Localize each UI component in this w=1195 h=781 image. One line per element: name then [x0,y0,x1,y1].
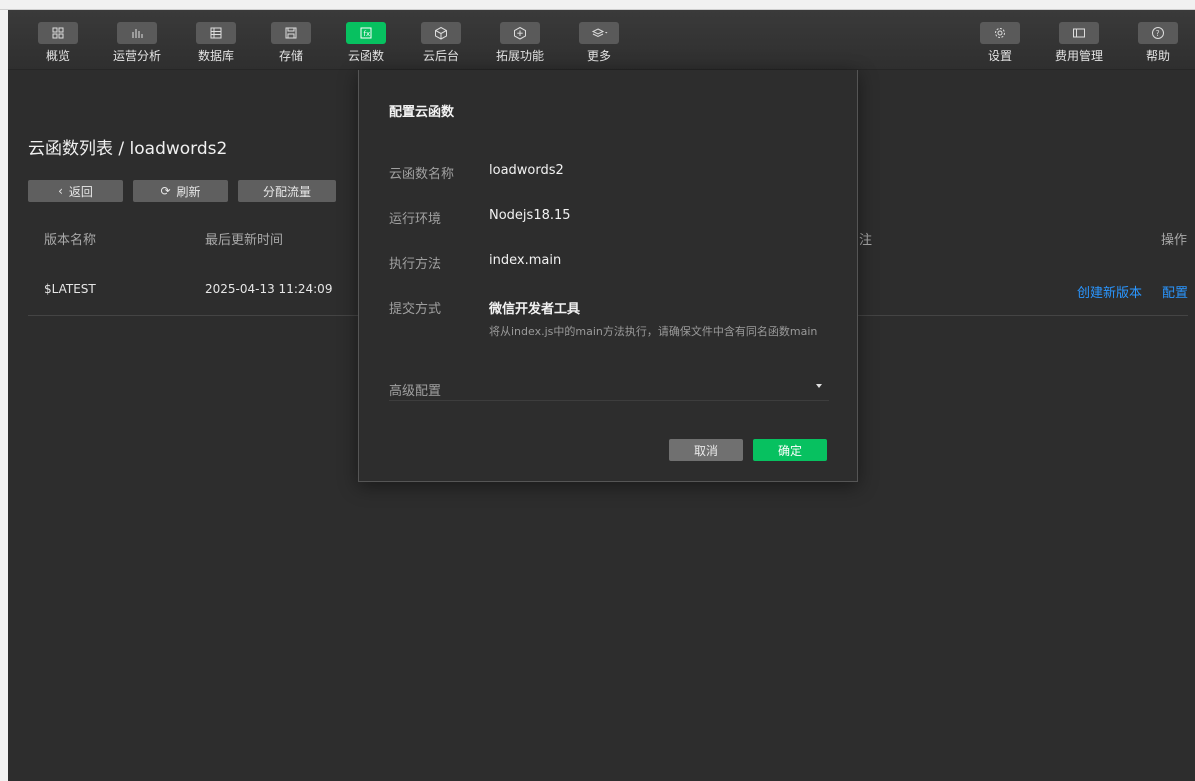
handler-hint: 将从index.js中的main方法执行，请确保文件中含有同名函数main [489,325,818,338]
toolbar-item-analytics[interactable]: 运营分析 [102,22,172,64]
cancel-button[interactable]: 取消 [669,439,743,461]
window-left-edge [0,10,8,781]
function-name-label: 云函数名称 [389,167,455,182]
column-header-updated: 最后更新时间 [205,233,284,248]
toolbar-label: 云后台 [422,49,459,63]
toolbar-item-help[interactable]: ? 帮助 [1123,22,1193,64]
cube-icon [421,22,461,44]
refresh-button-label: 刷新 [176,184,201,199]
help-icon: ? [1138,22,1178,44]
toolbar-item-billing[interactable]: 费用管理 [1044,22,1114,64]
toolbar-label: 设置 [987,49,1012,63]
top-toolbar: 概览 运营分析 数据库 存储 fx 云函数 云后台 拓展功能 更多 设置 费用管… [8,10,1195,70]
chevron-left-icon: ‹ [58,184,63,198]
svg-text:fx: fx [364,30,371,38]
toolbar-label: 运营分析 [112,49,161,63]
function-name-value: loadwords2 [489,163,564,178]
gear-icon [980,22,1020,44]
handler-label: 执行方法 [389,257,442,272]
toolbar-item-extensions[interactable]: 拓展功能 [485,22,555,64]
toolbar-item-cloud-function[interactable]: fx 云函数 [331,22,401,64]
toolbar-label: 概览 [45,49,70,63]
runtime-value: Nodejs18.15 [489,208,571,223]
refresh-button[interactable]: ⟳ 刷新 [133,180,228,202]
submit-method-value: 微信开发者工具 [489,302,581,317]
create-version-link[interactable]: 创建新版本 [1077,282,1142,301]
column-header-version: 版本名称 [44,233,97,248]
runtime-label: 运行环境 [389,212,442,227]
column-header-remark: 注 [859,233,873,248]
toolbar-label: 帮助 [1145,49,1170,63]
back-button[interactable]: ‹ 返回 [28,180,123,202]
advanced-config-label[interactable]: 高级配置 [389,380,441,399]
toolbar-label: 存储 [278,49,303,63]
bar-chart-icon [117,22,157,44]
column-header-actions: 操作 [1161,233,1188,248]
toolbar-label: 数据库 [197,49,234,63]
toolbar-item-storage[interactable]: 存储 [256,22,326,64]
refresh-icon: ⟳ [160,184,171,198]
toolbar-item-more[interactable]: 更多 [564,22,634,64]
toolbar-item-database[interactable]: 数据库 [181,22,251,64]
allocate-traffic-button[interactable]: 分配流量 [238,180,336,202]
toolbar-label: 费用管理 [1054,49,1103,63]
dialog-title: 配置云函数 [389,105,455,120]
toolbar-item-cloud-admin[interactable]: 云后台 [406,22,476,64]
toolbar-item-settings[interactable]: 设置 [965,22,1035,64]
save-icon [271,22,311,44]
svg-text:?: ? [1156,29,1160,38]
config-function-dialog: 配置云函数 云函数名称 loadwords2 运行环境 Nodejs18.15 … [358,70,858,482]
toolbar-label: 更多 [586,49,611,63]
extension-icon [500,22,540,44]
chevron-down-icon[interactable] [816,384,822,388]
toolbar-item-overview[interactable]: 概览 [23,22,93,64]
back-button-label: 返回 [68,184,93,199]
advanced-divider [389,400,829,401]
handler-value: index.main [489,253,562,268]
submit-method-label: 提交方式 [389,302,442,317]
grid-icon [38,22,78,44]
function-icon: fx [346,22,386,44]
window-top-strip [0,0,1195,10]
layers-icon [579,22,619,44]
version-name-cell: $LATEST [44,282,96,296]
page-title: 云函数列表 / loadwords2 [28,139,228,159]
confirm-button[interactable]: 确定 [753,439,827,461]
toolbar-label: 拓展功能 [495,49,544,63]
card-icon [1059,22,1099,44]
toolbar-label: 云函数 [347,49,384,63]
allocate-traffic-label: 分配流量 [262,184,311,199]
config-link[interactable]: 配置 [1162,282,1188,301]
updated-time-cell: 2025-04-13 11:24:09 [205,282,333,296]
database-icon [196,22,236,44]
